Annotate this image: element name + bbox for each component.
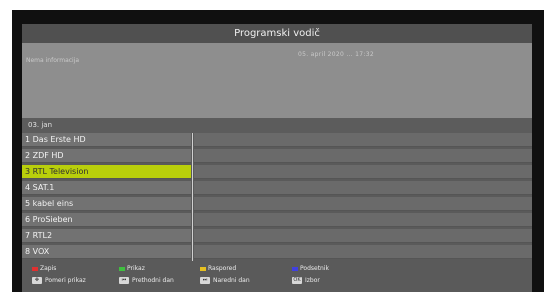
- legend-prev-day[interactable]: ⏮ Prethodni dan: [119, 277, 174, 285]
- legend-reminder[interactable]: Podsetnik: [292, 265, 329, 273]
- program-date-time: 05. april 2020 ... 17:32: [298, 51, 374, 58]
- schedule-row[interactable]: [194, 197, 532, 211]
- date-bar: 03. jan: [22, 118, 532, 133]
- legend-show[interactable]: Prikaz: [119, 265, 145, 273]
- legend-next-day-label: Naredni dan: [213, 277, 250, 284]
- epg-panel: Programski vodič Nema informacija 05. ap…: [22, 24, 532, 292]
- channel-item-selected[interactable]: 3 RTL Television: [22, 165, 191, 179]
- yellow-key-icon: [200, 266, 206, 271]
- column-divider: [192, 133, 193, 261]
- schedule-row[interactable]: [194, 229, 532, 243]
- schedule-row[interactable]: [194, 149, 532, 163]
- channel-item[interactable]: 1 Das Erste HD: [22, 133, 191, 147]
- schedule-row[interactable]: [194, 213, 532, 227]
- skip-back-icon: ⏮: [119, 277, 129, 284]
- program-info-text: Nema informacija: [26, 57, 80, 64]
- legend-next-day[interactable]: ⏭ Naredni dan: [200, 277, 250, 285]
- channel-item[interactable]: 8 VOX: [22, 245, 191, 259]
- channel-item[interactable]: 7 RTL2: [22, 229, 191, 243]
- button-legend: Zapis Prikaz Raspored Podsetnik ✥ Pomeri …: [22, 261, 532, 292]
- ok-key-icon: OK: [292, 277, 302, 284]
- channel-item[interactable]: 4 SAT.1: [22, 181, 191, 195]
- legend-reminder-label: Podsetnik: [300, 265, 329, 272]
- date-label: 03. jan: [28, 121, 53, 129]
- green-key-icon: [119, 266, 125, 271]
- legend-show-label: Prikaz: [127, 265, 145, 272]
- epg-title: Programski vodič: [22, 24, 532, 43]
- schedule-row[interactable]: [194, 133, 532, 147]
- navigation-arrows-icon: ✥: [32, 277, 42, 284]
- legend-select[interactable]: OK Izbor: [292, 277, 320, 285]
- skip-forward-icon: ⏭: [200, 277, 210, 284]
- schedule-row[interactable]: [194, 165, 532, 179]
- red-key-icon: [32, 266, 38, 271]
- legend-move-display-label: Pomeri prikaz: [45, 277, 86, 284]
- legend-schedule[interactable]: Raspored: [200, 265, 236, 273]
- legend-record[interactable]: Zapis: [32, 265, 56, 273]
- program-info-pane: Nema informacija 05. april 2020 ... 17:3…: [22, 43, 532, 118]
- schedule-row[interactable]: [194, 245, 532, 259]
- legend-record-label: Zapis: [40, 265, 57, 272]
- legend-prev-day-label: Prethodni dan: [132, 277, 174, 284]
- blue-key-icon: [292, 266, 298, 271]
- channel-item[interactable]: 6 ProSieben: [22, 213, 191, 227]
- channel-item[interactable]: 2 ZDF HD: [22, 149, 191, 163]
- legend-select-label: Izbor: [305, 277, 320, 284]
- legend-schedule-label: Raspored: [208, 265, 237, 272]
- schedule-row[interactable]: [194, 181, 532, 195]
- channel-item[interactable]: 5 kabel eins: [22, 197, 191, 211]
- legend-move-display[interactable]: ✥ Pomeri prikaz: [32, 277, 86, 285]
